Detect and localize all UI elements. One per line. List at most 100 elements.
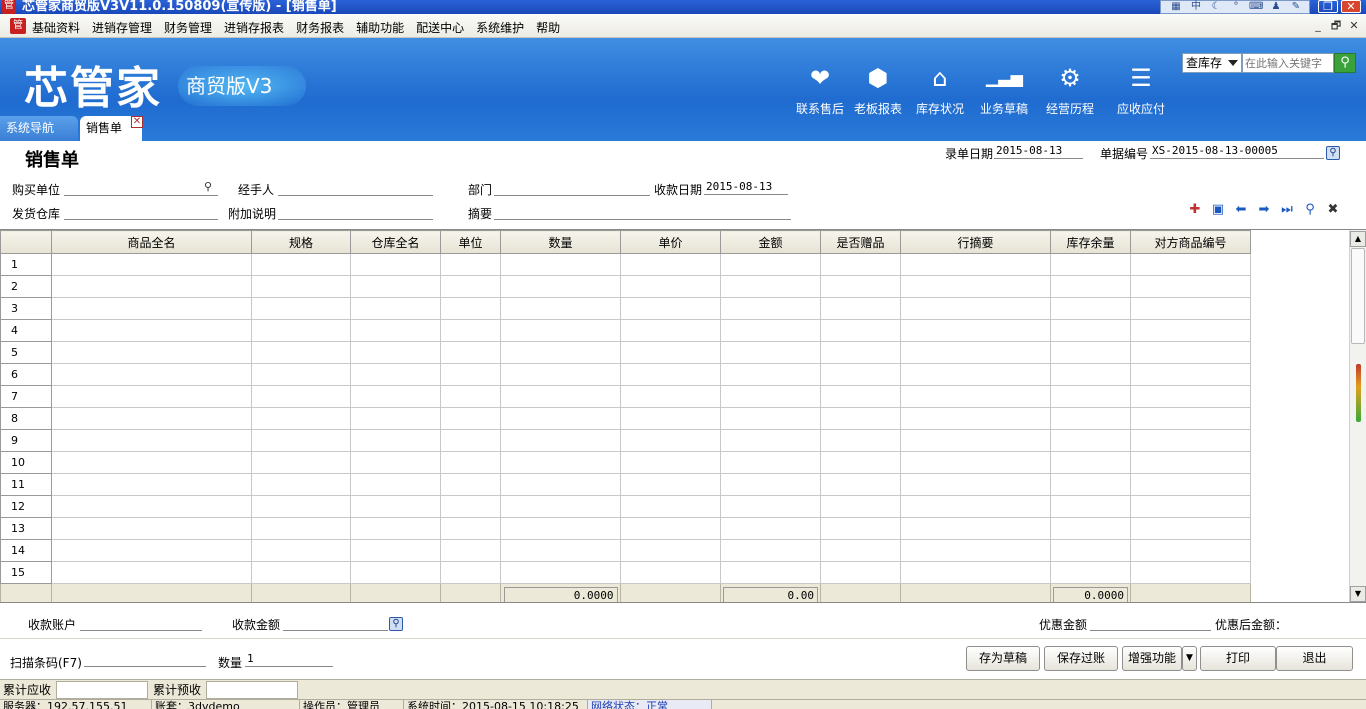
quick-contact-support[interactable]: ❤ 联系售后 (788, 62, 852, 117)
grid-cell[interactable] (720, 319, 821, 342)
col-header[interactable]: 是否赠品 (820, 230, 901, 254)
grid-cell[interactable] (350, 319, 441, 342)
grid-cell[interactable] (820, 429, 901, 452)
enhance-button[interactable]: 增强功能 (1122, 646, 1182, 671)
grid-cell[interactable] (620, 385, 721, 408)
grid-cell[interactable] (720, 363, 821, 386)
grid-cell[interactable] (1050, 407, 1131, 430)
quick-boss-report[interactable]: ⬢ 老板报表 (846, 62, 910, 117)
grid-cell[interactable] (1050, 517, 1131, 540)
grid-cell[interactable] (900, 451, 1051, 474)
menu-distribution[interactable]: 配送中心 (416, 19, 464, 36)
grid-scrollbar[interactable]: ▲ ▼ (1349, 230, 1366, 602)
table-row[interactable]: 12 (0, 495, 1251, 518)
grid-cell[interactable] (820, 275, 901, 298)
menu-finance-mgmt[interactable]: 财务管理 (164, 19, 212, 36)
grid-cell[interactable] (820, 297, 901, 320)
grid-cell[interactable] (1130, 363, 1251, 386)
grid-cell[interactable] (500, 407, 621, 430)
menu-system[interactable]: 系统维护 (476, 19, 524, 36)
summary-field[interactable] (494, 204, 791, 220)
grid-cell[interactable] (251, 297, 351, 320)
qty-field[interactable]: 1 (245, 651, 333, 667)
menu-help[interactable]: 帮助 (536, 19, 560, 36)
tool-icon[interactable]: ✎ (1289, 1, 1303, 13)
grid-cell[interactable] (620, 495, 721, 518)
grid-cell[interactable] (900, 341, 1051, 364)
quick-receivable-payable[interactable]: ☰ 应收应付 (1109, 62, 1173, 117)
grid-cell[interactable] (820, 473, 901, 496)
mdi-minimize-button[interactable]: _ (1310, 19, 1326, 33)
grid-cell[interactable] (440, 253, 501, 276)
menu-aux[interactable]: 辅助功能 (356, 19, 404, 36)
grid-cell[interactable] (51, 539, 252, 562)
image-icon[interactable]: ▣ (1210, 202, 1226, 218)
grid-cell[interactable] (51, 517, 252, 540)
grid-cell[interactable] (1130, 319, 1251, 342)
grid-cell[interactable] (440, 319, 501, 342)
grid-cell[interactable] (51, 297, 252, 320)
grid-cell[interactable] (500, 385, 621, 408)
keyword-search-input[interactable] (1242, 53, 1334, 73)
grid-cell[interactable] (1130, 429, 1251, 452)
grid-cell[interactable] (350, 363, 441, 386)
grid-cell[interactable] (820, 539, 901, 562)
exit-button[interactable]: 退出 (1276, 646, 1353, 671)
grid-cell[interactable] (820, 319, 901, 342)
grid-cell[interactable] (440, 539, 501, 562)
grid-cell[interactable] (1050, 539, 1131, 562)
table-row[interactable]: 11 (0, 473, 1251, 496)
grid-cell[interactable] (500, 517, 621, 540)
grid-cell[interactable] (620, 429, 721, 452)
table-row[interactable]: 1 (0, 253, 1251, 276)
grid-cell[interactable] (440, 341, 501, 364)
dept-field[interactable] (494, 180, 650, 196)
grid-cell[interactable] (251, 539, 351, 562)
grid-cell[interactable] (251, 429, 351, 452)
grid-cell[interactable] (440, 429, 501, 452)
grid-cell[interactable] (620, 561, 721, 584)
grid-cell[interactable] (500, 253, 621, 276)
grid-cell[interactable] (620, 407, 721, 430)
grid-cell[interactable] (1130, 473, 1251, 496)
close-window-button[interactable]: ✕ (1341, 0, 1361, 13)
grid-cell[interactable] (440, 297, 501, 320)
col-header[interactable]: 规格 (251, 230, 351, 254)
mdi-restore-button[interactable]: 🗗 (1328, 19, 1344, 33)
grid-cell[interactable] (720, 407, 821, 430)
grid-cell[interactable] (51, 561, 252, 584)
grid-cell[interactable] (350, 385, 441, 408)
table-row[interactable]: 13 (0, 517, 1251, 540)
grid-cell[interactable] (620, 275, 721, 298)
search-button[interactable]: ⚲ (1334, 53, 1356, 73)
doc-app-icon[interactable]: 管 (10, 18, 26, 34)
arrow-left-icon[interactable]: ⬅ (1233, 202, 1249, 218)
grid-cell[interactable] (350, 341, 441, 364)
grid-cell[interactable] (51, 363, 252, 386)
grid-cell[interactable] (720, 539, 821, 562)
grid-cell[interactable] (820, 561, 901, 584)
scroll-up-icon[interactable]: ▲ (1350, 231, 1366, 247)
grid-cell[interactable] (1050, 385, 1131, 408)
grid-cell[interactable] (440, 363, 501, 386)
tab-close-icon[interactable]: ✕ (131, 116, 143, 128)
grid-cell[interactable] (820, 385, 901, 408)
entry-date-field[interactable]: 2015-08-13 (994, 143, 1083, 159)
grid-cell[interactable] (440, 451, 501, 474)
menu-inventory-mgmt[interactable]: 进销存管理 (92, 19, 152, 36)
save-post-button[interactable]: 保存过账 (1044, 646, 1118, 671)
print-button[interactable]: 打印 (1200, 646, 1276, 671)
arrow-right-icon[interactable]: ➡ (1256, 202, 1272, 218)
grid-cell[interactable] (51, 341, 252, 364)
grid-cell[interactable] (820, 407, 901, 430)
col-header[interactable]: 单位 (440, 230, 501, 254)
grid-cell[interactable] (251, 385, 351, 408)
grid-cell[interactable] (1050, 561, 1131, 584)
grid-cell[interactable] (500, 495, 621, 518)
grid-cell[interactable] (720, 451, 821, 474)
grid-cell[interactable] (350, 407, 441, 430)
grid-cell[interactable] (350, 275, 441, 298)
menu-inventory-report[interactable]: 进销存报表 (224, 19, 284, 36)
grid-cell[interactable] (440, 495, 501, 518)
grid-cell[interactable] (1130, 517, 1251, 540)
